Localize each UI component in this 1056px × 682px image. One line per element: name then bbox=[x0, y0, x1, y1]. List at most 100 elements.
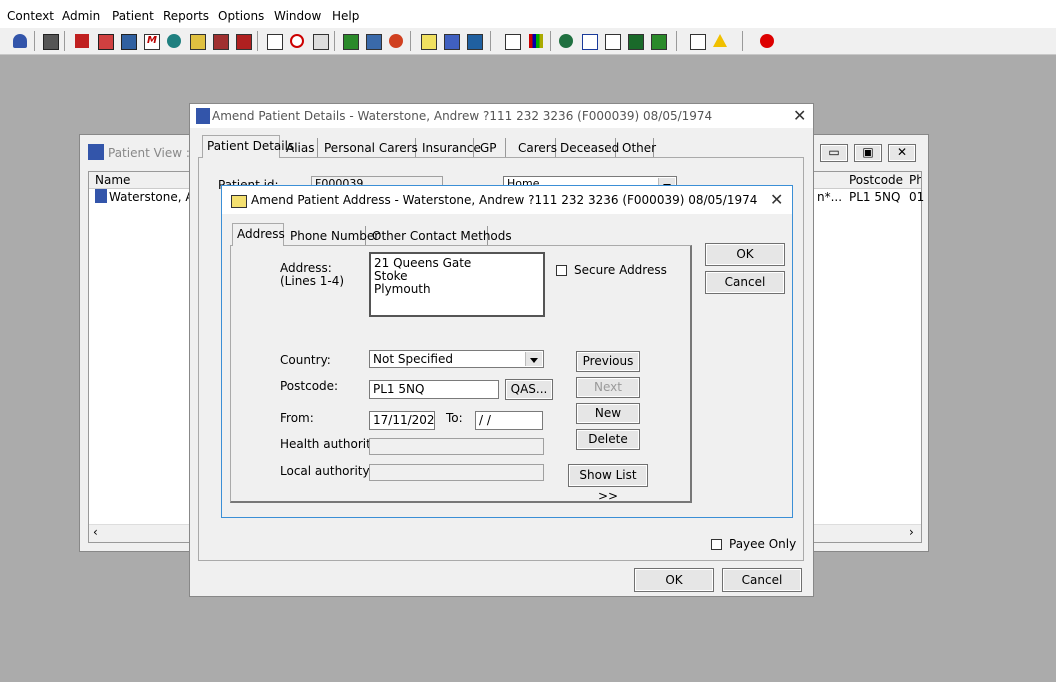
sync-icon[interactable] bbox=[648, 31, 668, 51]
document-icon[interactable] bbox=[187, 31, 207, 51]
tab-deceased[interactable]: Deceased bbox=[556, 138, 619, 158]
address-ok-button[interactable]: OK bbox=[705, 243, 785, 266]
tab-carers[interactable]: Carers bbox=[514, 138, 557, 158]
health-authority-field bbox=[369, 438, 544, 455]
patient-icon bbox=[95, 189, 107, 203]
previous-button[interactable]: Previous bbox=[576, 351, 640, 372]
swap-icon[interactable] bbox=[687, 31, 707, 51]
tab-other[interactable]: Other bbox=[618, 138, 656, 158]
amend-address-title: Amend Patient Address - Waterstone, Andr… bbox=[251, 193, 758, 207]
scroll-left-icon[interactable]: ‹ bbox=[93, 525, 98, 539]
toolbar-separator bbox=[257, 31, 258, 51]
approve-icon[interactable] bbox=[602, 31, 622, 51]
clock-icon[interactable] bbox=[287, 31, 307, 51]
postcode-field[interactable]: PL1 5NQ bbox=[369, 380, 499, 399]
health-authority-label: Health authority: bbox=[280, 437, 382, 451]
new-button[interactable]: New bbox=[576, 403, 640, 424]
tab-patient-details[interactable]: Patient Details bbox=[202, 135, 294, 158]
notes-icon[interactable] bbox=[95, 31, 115, 51]
tab-address[interactable]: Address bbox=[232, 223, 285, 246]
toolbar-separator bbox=[490, 31, 491, 51]
close-icon[interactable]: ✕ bbox=[770, 190, 783, 209]
country-label: Country: bbox=[280, 353, 331, 367]
address-tabs: Address Phone Number Other Contact Metho… bbox=[232, 223, 532, 246]
vehicle-icon[interactable] bbox=[441, 31, 461, 51]
tab-personal-carers[interactable]: Personal Carers bbox=[320, 138, 418, 158]
column-ph[interactable]: Ph bbox=[909, 173, 921, 187]
minimize-button[interactable]: ▭ bbox=[820, 144, 848, 162]
printer-icon[interactable] bbox=[40, 31, 60, 51]
column-postcode[interactable]: Postcode bbox=[849, 173, 903, 187]
tab-insurance[interactable]: Insurance bbox=[418, 138, 481, 158]
patient-ok-button[interactable]: OK bbox=[634, 568, 714, 592]
warning-icon[interactable] bbox=[710, 31, 730, 51]
chevron-down-icon bbox=[525, 352, 542, 366]
menu-help[interactable]: Help bbox=[332, 9, 359, 23]
book-icon[interactable] bbox=[72, 31, 92, 51]
address-cancel-button[interactable]: Cancel bbox=[705, 271, 785, 294]
delete-button[interactable]: Delete bbox=[576, 429, 640, 450]
amend-patient-titlebar: Amend Patient Details - Waterstone, Andr… bbox=[190, 104, 813, 128]
patient-icon[interactable] bbox=[10, 31, 30, 51]
toolbar-separator bbox=[64, 31, 65, 51]
country-select[interactable]: Not Specified bbox=[369, 350, 544, 368]
secure-address-label: Secure Address bbox=[574, 263, 667, 277]
download-icon[interactable] bbox=[625, 31, 645, 51]
local-authority-field bbox=[369, 464, 544, 481]
menu-bar: Context Admin Patient Reports Options Wi… bbox=[0, 0, 1056, 28]
tab-gp[interactable]: GP bbox=[476, 138, 506, 158]
toolbar: M bbox=[0, 28, 1056, 55]
chart-icon[interactable] bbox=[340, 31, 360, 51]
payee-only-checkbox[interactable] bbox=[711, 539, 722, 550]
close-button[interactable]: ✕ bbox=[888, 144, 916, 162]
column-name[interactable]: Name bbox=[95, 173, 130, 187]
screen-icon[interactable] bbox=[118, 31, 138, 51]
letter-m-icon[interactable]: M bbox=[141, 31, 161, 51]
tab-other-contact-methods[interactable]: Other Contact Methods bbox=[368, 226, 512, 246]
menu-patient[interactable]: Patient bbox=[112, 9, 154, 23]
country-value: Not Specified bbox=[373, 352, 453, 366]
close-icon[interactable]: ✕ bbox=[793, 106, 806, 125]
search-globe-icon[interactable] bbox=[556, 31, 576, 51]
menu-options[interactable]: Options bbox=[218, 9, 264, 23]
bar-chart-icon[interactable] bbox=[526, 31, 546, 51]
scroll-right-icon[interactable]: › bbox=[909, 525, 914, 539]
menu-window[interactable]: Window bbox=[274, 9, 321, 23]
patient-cancel-button[interactable]: Cancel bbox=[722, 568, 802, 592]
user-edit-icon[interactable] bbox=[464, 31, 484, 51]
page-icon[interactable] bbox=[502, 31, 522, 51]
from-label: From: bbox=[280, 411, 314, 425]
from-date-field[interactable]: 17/11/2022 bbox=[369, 411, 435, 430]
person-icon[interactable] bbox=[164, 31, 184, 51]
truck-icon[interactable] bbox=[210, 31, 230, 51]
to-label: To: bbox=[446, 411, 463, 425]
window-icon[interactable] bbox=[310, 31, 330, 51]
exit-icon[interactable] bbox=[757, 31, 777, 51]
menu-admin[interactable]: Admin bbox=[62, 9, 100, 23]
refresh-icon[interactable] bbox=[386, 31, 406, 51]
patient-tabs: Patient Details Alias Personal Carers In… bbox=[202, 135, 802, 158]
to-date-field[interactable]: / / bbox=[475, 411, 543, 430]
qas-button[interactable]: QAS... bbox=[505, 379, 553, 400]
envelope-icon[interactable] bbox=[264, 31, 284, 51]
maximize-button[interactable]: ▣ bbox=[854, 144, 882, 162]
note-icon[interactable] bbox=[418, 31, 438, 51]
car-icon[interactable] bbox=[233, 31, 253, 51]
toolbar-separator bbox=[550, 31, 551, 51]
amend-patient-title: Amend Patient Details - Waterstone, Andr… bbox=[212, 109, 713, 123]
menu-context[interactable]: Context bbox=[7, 9, 54, 23]
secure-address-checkbox[interactable] bbox=[556, 265, 567, 276]
postcode-label: Postcode: bbox=[280, 379, 339, 393]
patient-icon bbox=[88, 144, 104, 160]
menu-reports[interactable]: Reports bbox=[163, 9, 209, 23]
address-panel: Address: (Lines 1-4) 21 Queens Gate Stok… bbox=[230, 245, 692, 503]
report-icon[interactable] bbox=[363, 31, 383, 51]
show-list-button[interactable]: Show List >> bbox=[568, 464, 648, 503]
address-textarea[interactable]: 21 Queens Gate Stoke Plymouth bbox=[369, 252, 545, 317]
toolbar-separator bbox=[334, 31, 335, 51]
address-label: Address: bbox=[280, 261, 332, 275]
tab-phone-number[interactable]: Phone Number bbox=[286, 226, 379, 246]
checklist-icon[interactable] bbox=[579, 31, 599, 51]
next-button[interactable]: Next bbox=[576, 377, 640, 398]
payee-only-label: Payee Only bbox=[729, 537, 797, 551]
